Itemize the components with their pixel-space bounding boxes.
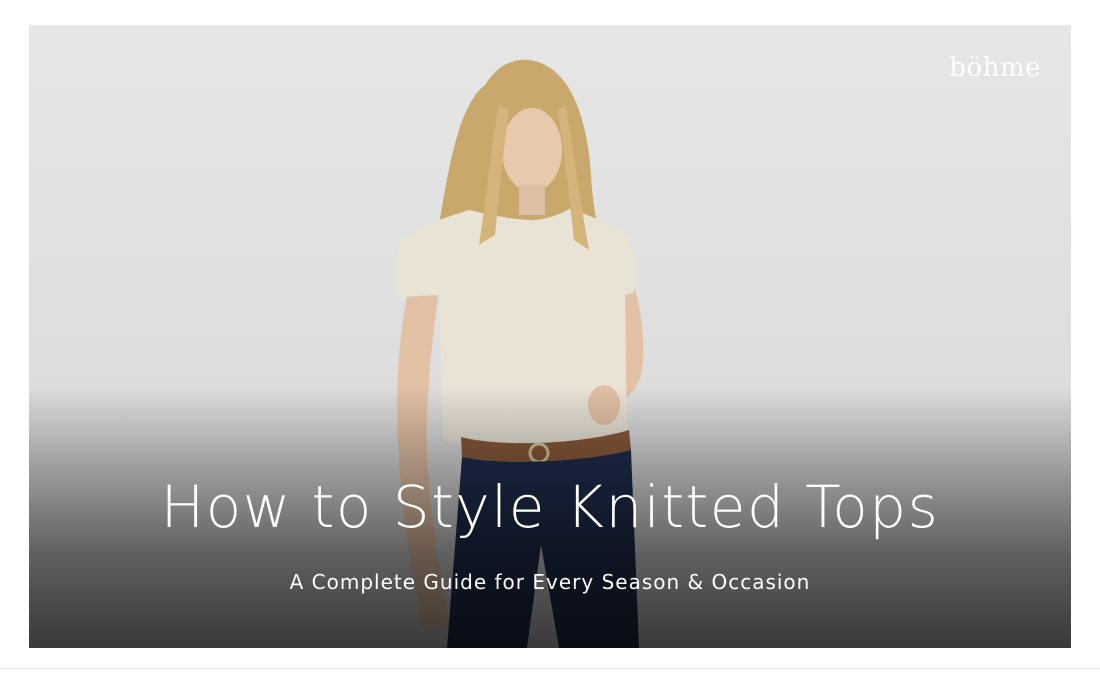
hero-subtitle: A Complete Guide for Every Season & Occa… [289,570,811,594]
hero-banner[interactable]: böhme How to Style Knitted Tops A Comple… [29,25,1071,648]
page-divider [0,668,1100,669]
hero-bottom-gradient [29,25,1071,648]
page: böhme How to Style Knitted Tops A Comple… [0,0,1100,674]
brand-logo[interactable]: böhme [949,53,1041,83]
hero-title: How to Style Knitted Tops [160,473,940,541]
